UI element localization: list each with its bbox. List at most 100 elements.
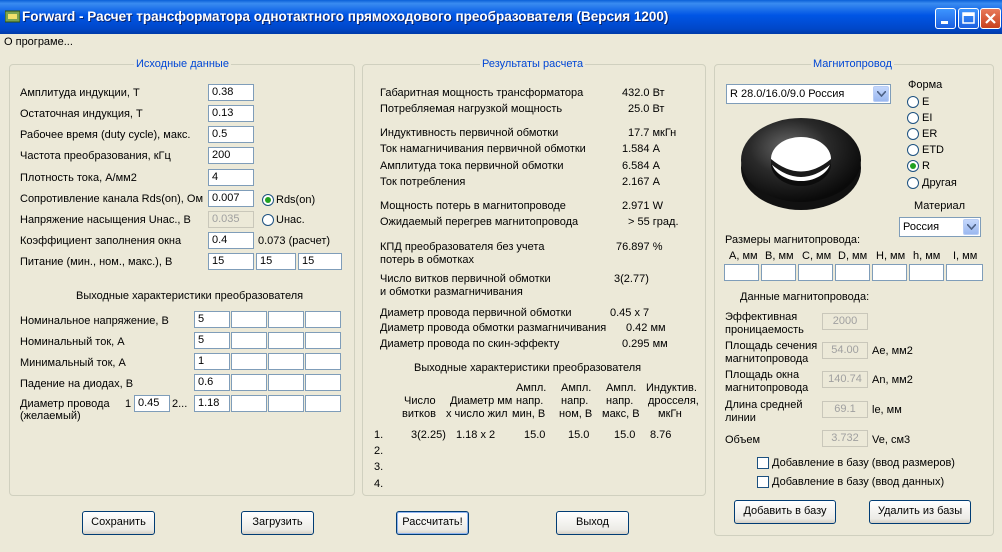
v-nom-input-2[interactable] [231, 311, 267, 328]
result-label: Мощность потерь в магнитопроводе [380, 200, 566, 212]
result-label: Ожидаемый перегрев магнитопровода [380, 216, 579, 228]
fill-input[interactable]: 0.4 [208, 232, 254, 249]
v-nom-input-1[interactable]: 5 [194, 311, 230, 328]
shape-label: Форма [908, 79, 943, 91]
size-input-c[interactable] [798, 264, 833, 281]
result-value: 3(2.77) [614, 273, 649, 285]
size-input-b[interactable] [761, 264, 796, 281]
result-value: 17.7 мкГн [628, 127, 677, 139]
v-diode-input-2[interactable] [231, 374, 267, 391]
table-cell: 15.0 [524, 429, 546, 441]
shape-radio-ei[interactable] [907, 112, 919, 124]
usat-radio[interactable] [262, 214, 274, 226]
menu-about[interactable]: О програме... [4, 36, 73, 48]
add-sizes-checkbox[interactable] [757, 457, 769, 469]
v-nom-input-4[interactable] [305, 311, 341, 328]
result-value: 432.0 Вт [622, 87, 665, 99]
wire-input-2[interactable]: 1.18 [194, 395, 230, 412]
shape-radio-etd[interactable] [907, 144, 919, 156]
size-input-d[interactable] [835, 264, 870, 281]
close-button[interactable] [980, 8, 1001, 29]
shape-radio-r[interactable] [907, 160, 919, 172]
maximize-icon [962, 12, 975, 24]
wire-input-5[interactable] [305, 395, 341, 412]
exit-button[interactable]: Выход [556, 511, 629, 535]
maximize-button[interactable] [958, 8, 979, 29]
result-label: Габаритная мощность трансформатора [380, 87, 584, 99]
shape-radio-er[interactable] [907, 128, 919, 140]
i-nom-input-2[interactable] [231, 332, 267, 349]
core-select-value: R 28.0/16.0/9.0 Россия [730, 88, 845, 100]
permeability-label: Эффективная [725, 311, 798, 323]
add-data-label: Добавление в базу (ввод данных) [772, 476, 945, 488]
col-header: Ампл. [606, 382, 637, 394]
row-number: 4. [374, 478, 384, 490]
i-min-input-2[interactable] [231, 353, 267, 370]
col-header: х число жил [446, 408, 508, 420]
result-label: Индуктивность первичной обмотки [380, 127, 559, 139]
minimize-button[interactable] [935, 8, 956, 29]
wire-n1: 1 [125, 398, 132, 410]
i-min-input-4[interactable] [305, 353, 341, 370]
col-header: макс, В [602, 408, 640, 420]
shape-label-other: Другая [922, 177, 957, 189]
wire-input-4[interactable] [268, 395, 304, 412]
load-button[interactable]: Загрузить [241, 511, 314, 535]
induction-amp-input[interactable]: 0.38 [208, 84, 254, 101]
current-density-input[interactable]: 4 [208, 169, 254, 186]
shape-radio-e[interactable] [907, 96, 919, 108]
i-nom-input-4[interactable] [305, 332, 341, 349]
wire-input-1[interactable]: 0.45 [134, 395, 170, 412]
save-button[interactable]: Сохранить [82, 511, 155, 535]
i-nom-input-1[interactable]: 5 [194, 332, 230, 349]
v-diode-input-1[interactable]: 0.6 [194, 374, 230, 391]
freq-input[interactable]: 200 [208, 147, 254, 164]
delete-from-db-button[interactable]: Удалить из базы [869, 500, 971, 524]
core-select[interactable]: R 28.0/16.0/9.0 Россия [726, 84, 891, 104]
material-select[interactable]: Россия [899, 217, 981, 237]
i-min-input-3[interactable] [268, 353, 304, 370]
dropdown-arrow-icon [963, 219, 979, 235]
an-label: Площадь окна [725, 369, 800, 381]
duty-input[interactable]: 0.5 [208, 126, 254, 143]
rds-radio[interactable] [262, 194, 274, 206]
v-nom-input-3[interactable] [268, 311, 304, 328]
shape-label-etd: ETD [922, 144, 944, 156]
le-input: 69.1 [822, 401, 868, 418]
i-min-input-1[interactable]: 1 [194, 353, 230, 370]
result-value: 0.45 x 7 [610, 307, 650, 319]
wire-input-3[interactable] [231, 395, 267, 412]
induction-res-input[interactable]: 0.13 [208, 105, 254, 122]
app-icon [5, 10, 20, 23]
supply-max-input[interactable]: 15 [298, 253, 342, 270]
add-to-db-button[interactable]: Добавить в базу [734, 500, 836, 524]
result-label: Ток намагничивания первичной обмотки [380, 143, 586, 155]
ae-label-2: магнитопровода [725, 353, 809, 365]
add-data-checkbox[interactable] [757, 476, 769, 488]
i-min-label: Минимальный ток, А [20, 357, 126, 369]
size-input-i[interactable] [946, 264, 983, 281]
result-label: Диаметр провода обмотки размагничивания [380, 322, 607, 334]
size-input-a[interactable] [724, 264, 759, 281]
result-label: Амплитуда тока первичной обмотки [380, 160, 564, 172]
v-diode-input-4[interactable] [305, 374, 341, 391]
menu-bar: О програме... [0, 34, 1002, 52]
col-header: Диаметр мм [450, 395, 513, 407]
size-input-h-small[interactable] [909, 264, 944, 281]
col-header: мин, В [512, 408, 546, 420]
supply-min-input[interactable]: 15 [208, 253, 254, 270]
core-group-title: Магнитопровод [811, 58, 894, 70]
size-input-h[interactable] [872, 264, 907, 281]
results-output-title: Выходные характеристики преобразователя [414, 362, 642, 374]
result-value: 6.584 А [622, 160, 660, 172]
size-header: I, мм [953, 250, 978, 262]
calculate-button[interactable]: Рассчитать! [396, 511, 469, 535]
i-nom-input-3[interactable] [268, 332, 304, 349]
rds-input[interactable]: 0.007 [208, 190, 254, 207]
shape-radio-other[interactable] [907, 177, 919, 189]
supply-nom-input[interactable]: 15 [256, 253, 296, 270]
supply-label: Питание (мин., ном., макс.), В [20, 256, 173, 268]
material-select-value: Россия [903, 221, 940, 233]
v-diode-input-3[interactable] [268, 374, 304, 391]
row-number: 3. [374, 461, 384, 473]
